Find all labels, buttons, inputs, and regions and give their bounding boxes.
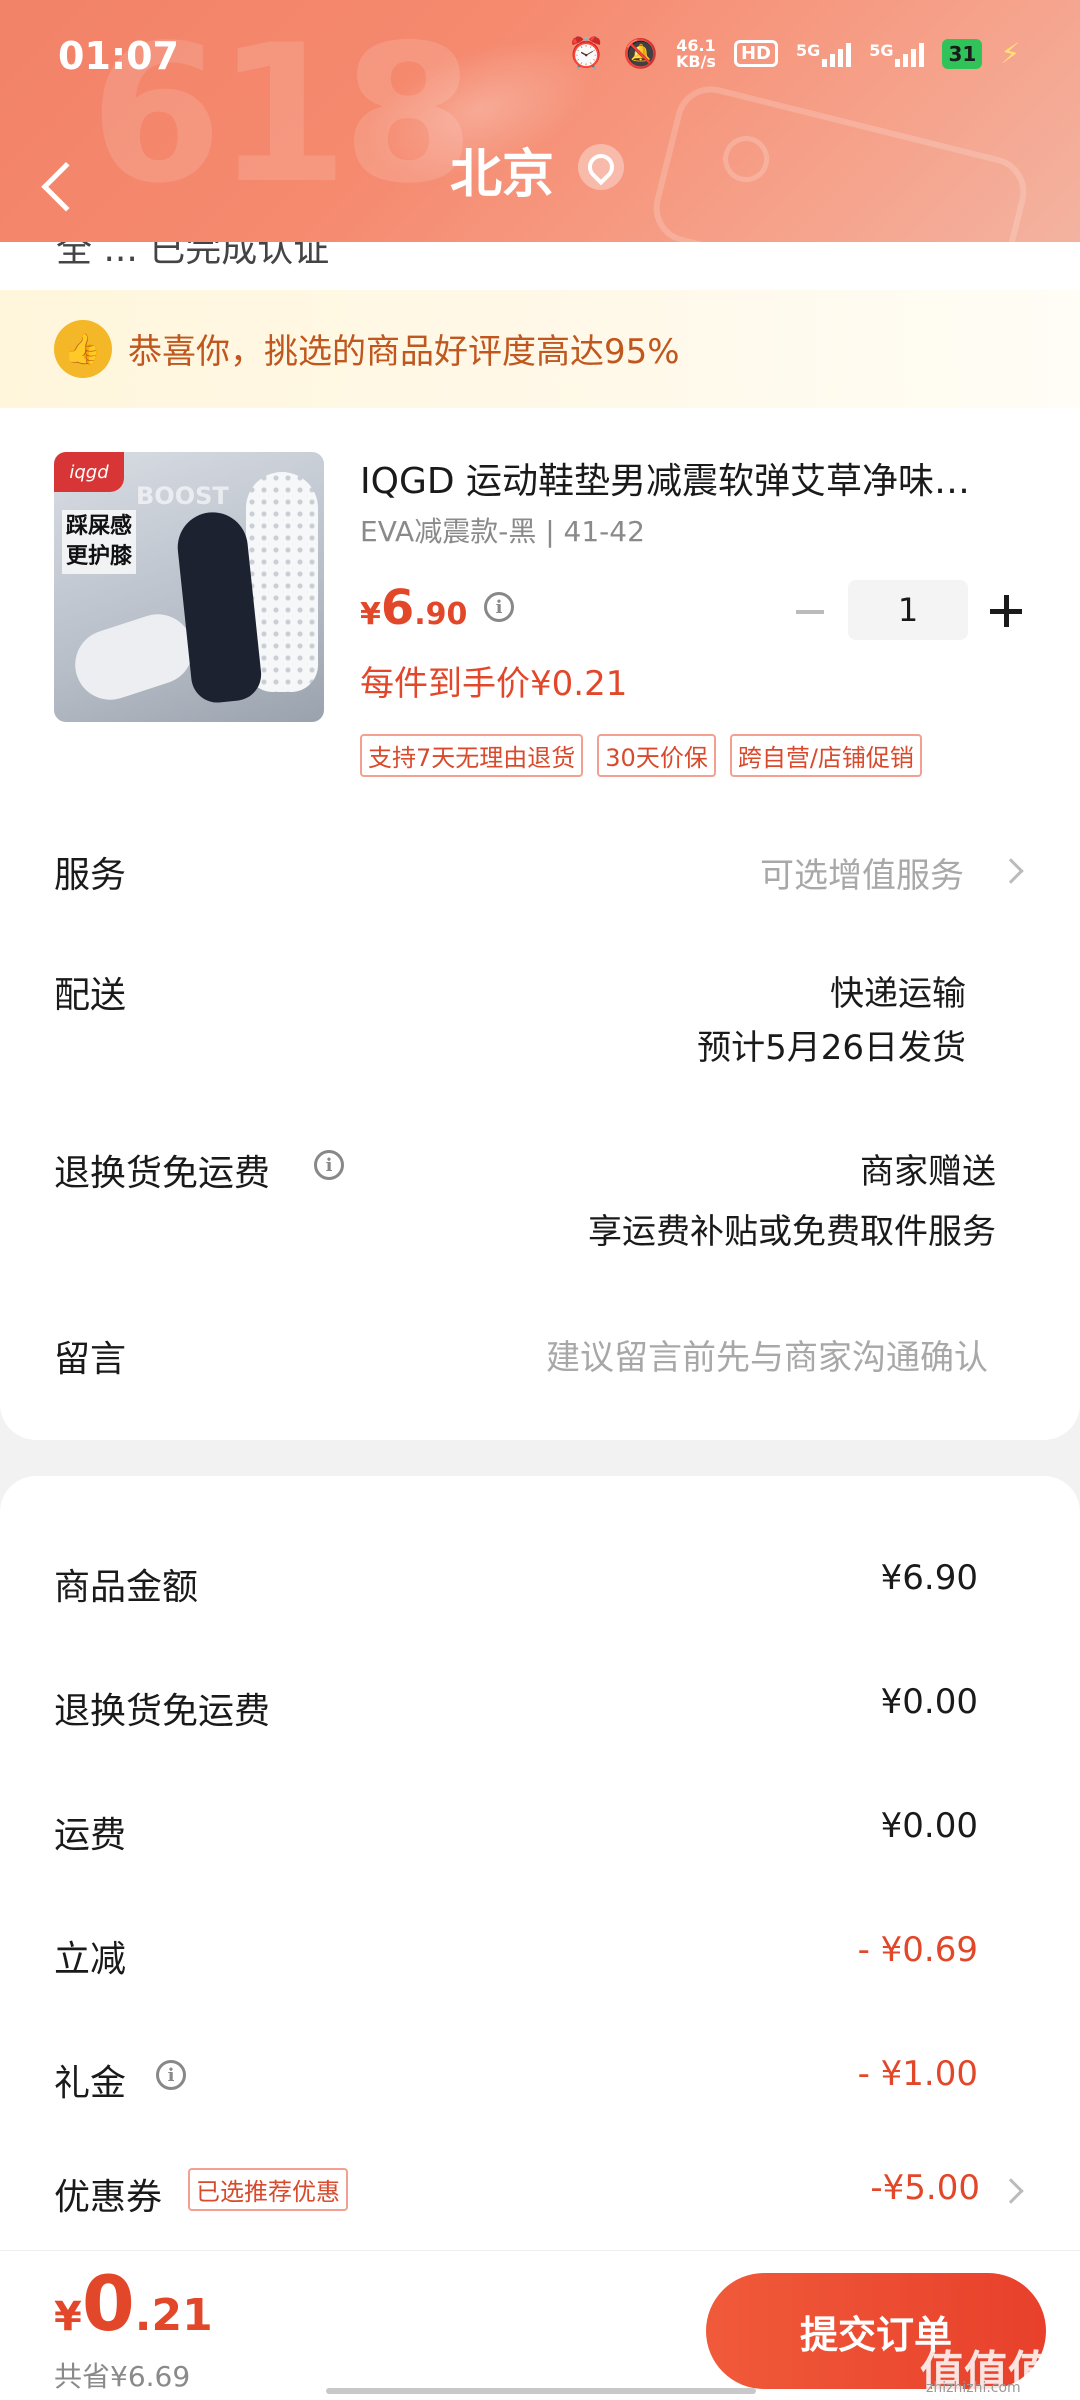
total-integer: 0 — [81, 2259, 135, 2348]
product-title[interactable]: IQGD 运动鞋垫男减震软弹艾草净味… — [360, 452, 1020, 504]
service-label: 服务 — [54, 855, 127, 896]
coupon-value[interactable]: -¥5.00 — [870, 2168, 980, 2208]
gift-money-value: - ¥1.00 — [857, 2054, 978, 2094]
delivery-date: 预计5月26日发货 — [697, 1028, 966, 1068]
total-saved[interactable]: 共省¥6.69 — [54, 2355, 190, 2395]
return-fee-label: 退换货免运费 — [54, 1691, 271, 1732]
shipping-fee-value: ¥0.00 — [880, 1806, 978, 1846]
gift-money-label: 礼金 — [54, 2063, 127, 2104]
quantity-decrease-button[interactable] — [790, 592, 830, 632]
nav-bar: 北京 — [0, 120, 1080, 220]
product-image[interactable]: iqgd BOOST 踩屎感 更护膝 — [54, 452, 324, 722]
status-bar: 01:07 ⏰ 🔕 46.1 KB/s HD 5G 5G 31 ⚡ — [0, 0, 1080, 110]
instant-discount-label: 立减 — [54, 1939, 127, 1980]
rating-banner-text: 恭喜你，挑选的商品好评度高达95% — [128, 332, 680, 372]
delivery-method[interactable]: 快递运输 — [830, 966, 966, 1015]
price-info-icon[interactable]: i — [484, 592, 514, 622]
price-integer: 6 — [380, 580, 415, 636]
city-selector[interactable]: 北京 — [450, 132, 554, 207]
coupon-recommended-badge: 已选推荐优惠 — [188, 2168, 348, 2211]
net-speed: 46.1 KB/s — [675, 37, 716, 71]
unit-final-price: 每件到手价¥0.21 — [360, 664, 628, 704]
tag-7day-return: 支持7天无理由退货 — [360, 734, 584, 777]
message-label: 留言 — [54, 1339, 127, 1380]
home-indicator[interactable] — [326, 2388, 756, 2394]
goods-amount-value: ¥6.90 — [880, 1558, 978, 1598]
message-input[interactable]: 建议留言前先与商家沟通确认 — [546, 1330, 988, 1379]
product-tags: 支持7天无理由退货 30天价保 跨自营/店铺促销 — [360, 734, 922, 777]
battery-icon: 31 — [942, 38, 983, 69]
product-price: ¥6.90 — [360, 580, 467, 636]
rating-banner: 👍 恭喜你，挑选的商品好评度高达95% — [0, 290, 1080, 408]
charging-icon: ⚡ — [1000, 37, 1020, 70]
signal-5g-2-icon: 5G — [869, 40, 925, 67]
boost-text: BOOST — [136, 482, 229, 510]
return-info-icon[interactable]: i — [314, 1150, 344, 1180]
insole-roll-shape — [66, 605, 202, 709]
sim2-label: 5G — [869, 40, 894, 60]
signal-5g-1-icon: 5G — [795, 40, 852, 67]
total-currency: ¥ — [54, 2294, 82, 2340]
image-tagline: 踩屎感 更护膝 — [62, 510, 137, 574]
brand-logo: iqgd — [54, 452, 124, 492]
status-time: 01:07 — [58, 34, 179, 78]
product-spec[interactable]: EVA减震款-黑 | 41-42 — [360, 510, 645, 550]
price-decimal: .90 — [414, 597, 468, 632]
return-fee-value: ¥0.00 — [880, 1682, 978, 1722]
mute-bell-icon: 🔕 — [623, 37, 658, 70]
quantity-input[interactable]: 1 — [848, 580, 968, 640]
header: 618 01:07 ⏰ 🔕 46.1 KB/s HD 5G 5G 31 ⚡ 北京 — [0, 0, 1080, 242]
status-icons: ⏰ 🔕 46.1 KB/s HD 5G 5G 31 ⚡ — [568, 36, 1020, 71]
thumbs-up-icon: 👍 — [54, 320, 112, 378]
gift-info-icon[interactable]: i — [156, 2060, 186, 2090]
back-button[interactable] — [52, 132, 112, 202]
return-shipping-label: 退换货免运费 — [54, 1153, 271, 1194]
sim1-label: 5G — [795, 40, 821, 60]
hd-icon: HD — [733, 40, 778, 67]
quantity-increase-button[interactable] — [986, 592, 1026, 632]
service-value[interactable]: 可选增值服务 — [760, 848, 964, 897]
return-shipping-desc: 享运费补贴或免费取件服务 — [588, 1212, 996, 1252]
return-shipping-value: 商家赠送 — [860, 1152, 996, 1192]
alarm-icon: ⏰ — [567, 36, 606, 71]
delivery-label: 配送 — [54, 975, 127, 1016]
watermark-url: zhizhizhi.com — [926, 2380, 1021, 2396]
instant-discount-value: - ¥0.69 — [857, 1930, 978, 1970]
total-decimal: .21 — [134, 2290, 213, 2341]
tag-price-protect: 30天价保 — [597, 734, 716, 777]
coupon-label: 优惠券 — [54, 2177, 163, 2218]
net-speed-unit: KB/s — [675, 51, 716, 71]
tag-promo: 跨自营/店铺促销 — [729, 734, 922, 777]
shipping-fee-label: 运费 — [54, 1815, 127, 1856]
checkout-bar: ¥0.21 共省¥6.69 提交订单 — [0, 2250, 1080, 2400]
location-pin-icon[interactable] — [578, 144, 624, 190]
total-price: ¥0.21 — [54, 2259, 213, 2348]
price-currency: ¥ — [360, 597, 381, 632]
goods-amount-label: 商品金额 — [54, 1567, 199, 1608]
